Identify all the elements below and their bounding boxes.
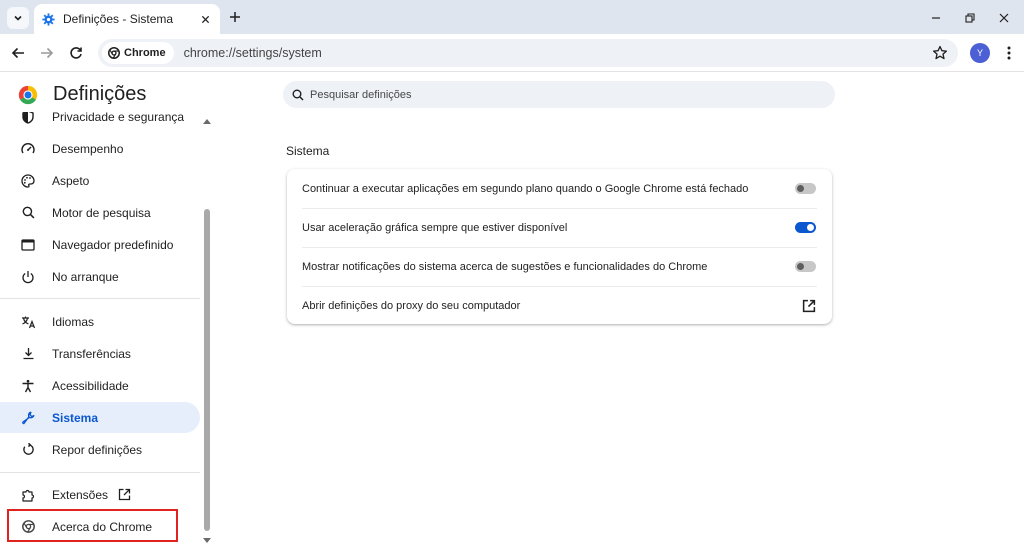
palette-icon [21, 173, 35, 188]
setting-row-system-notifications[interactable]: Mostrar notificações do sistema acerca d… [287, 247, 832, 286]
address-bar[interactable]: Chrome chrome://settings/system [98, 39, 958, 67]
settings-gear-icon [42, 12, 55, 26]
sidebar-item-accessibility[interactable]: Acessibilidade [0, 370, 200, 401]
back-button[interactable] [9, 44, 27, 62]
minimize-icon [932, 17, 940, 19]
puzzle-icon [22, 489, 35, 502]
sidebar-divider [0, 472, 200, 473]
sidebar-item-search-engine[interactable]: Motor de pesquisa [0, 197, 200, 228]
close-icon [999, 13, 1009, 23]
hardware-acceleration-toggle[interactable] [795, 222, 816, 233]
new-tab-button[interactable] [226, 8, 244, 26]
tab-search-button[interactable] [7, 7, 29, 29]
sidebar-item-on-startup[interactable]: No arranque [0, 261, 200, 292]
setting-row-hardware-acceleration[interactable]: Usar aceleração gráfica sempre que estiv… [287, 208, 832, 247]
browser-window-icon [21, 238, 35, 251]
close-icon [201, 15, 209, 23]
sidebar-divider [0, 298, 200, 299]
sidebar-item-label: Transferências [52, 346, 131, 361]
section-title: Sistema [286, 144, 330, 158]
sidebar-item-downloads[interactable]: Transferências [0, 338, 200, 369]
reload-icon [70, 47, 82, 59]
sidebar-scrollbar[interactable] [202, 116, 212, 546]
accessibility-icon [22, 379, 34, 392]
site-chip-label: Chrome [124, 47, 166, 59]
scroll-down-arrow-icon[interactable] [203, 538, 211, 544]
sidebar-item-label: Sistema [52, 410, 99, 425]
browser-toolbar: Chrome chrome://settings/system Y [0, 34, 1024, 72]
restore-button[interactable] [962, 10, 978, 26]
highlight-annotation [7, 509, 178, 542]
arrow-right-icon [41, 47, 54, 59]
search-icon [292, 89, 304, 101]
setting-row-proxy[interactable]: Abrir definições do proxy do seu computa… [287, 286, 832, 325]
tab-close-button[interactable] [198, 12, 212, 26]
browser-menu-button[interactable] [1002, 45, 1016, 61]
sidebar-item-label: Motor de pesquisa [52, 205, 151, 220]
sidebar-item-system[interactable]: Sistema [0, 402, 200, 433]
settings-sidebar: Privacidade e segurança Desempenho Aspet… [0, 112, 214, 550]
open-in-new-icon [118, 488, 131, 501]
window-close-button[interactable] [996, 10, 1012, 26]
system-notifications-toggle[interactable] [795, 261, 816, 272]
setting-label: Continuar a executar aplicações em segun… [302, 182, 749, 195]
translate-icon [21, 316, 35, 328]
sidebar-item-label: Desempenho [52, 141, 124, 156]
search-icon [22, 206, 34, 219]
minimize-button[interactable] [928, 10, 944, 26]
chrome-icon [108, 47, 120, 59]
sidebar-item-languages[interactable]: Idiomas [0, 306, 200, 337]
open-in-new-icon[interactable] [802, 299, 816, 313]
page-title: Definições [53, 83, 147, 105]
sidebar-item-label: Extensões [52, 487, 109, 502]
setting-label: Abrir definições do proxy do seu computa… [302, 299, 521, 312]
scrollbar-thumb[interactable] [204, 209, 210, 531]
power-icon [22, 270, 34, 283]
tab-title: Definições - Sistema [63, 12, 174, 26]
more-vertical-icon [1007, 46, 1011, 60]
chrome-logo-icon [18, 85, 38, 104]
chevron-down-icon [14, 15, 22, 21]
wrench-icon [22, 411, 35, 424]
restore-icon [965, 13, 975, 23]
profile-avatar[interactable]: Y [970, 43, 990, 63]
plus-icon [230, 12, 240, 22]
forward-button[interactable] [38, 44, 56, 62]
setting-label: Mostrar notificações do sistema acerca d… [302, 260, 708, 273]
settings-header: Definições [17, 83, 146, 106]
sidebar-item-reset-settings[interactable]: Repor definições [0, 434, 200, 465]
setting-label: Usar aceleração gráfica sempre que estiv… [302, 221, 568, 234]
sidebar-item-privacy[interactable]: Privacidade e segurança [0, 112, 200, 132]
sidebar-item-label: Privacidade e segurança [52, 112, 185, 124]
sidebar-item-performance[interactable]: Desempenho [0, 133, 200, 164]
active-tab[interactable]: Definições - Sistema [34, 4, 220, 34]
tab-strip: Definições - Sistema [0, 0, 1024, 34]
background-apps-toggle[interactable] [795, 183, 816, 194]
reset-icon [22, 443, 34, 455]
scroll-up-arrow-icon[interactable] [203, 118, 211, 124]
system-settings-card: Continuar a executar aplicações em segun… [287, 169, 832, 324]
search-placeholder: Pesquisar definições [310, 88, 412, 101]
download-icon [23, 348, 33, 360]
settings-page: Definições Pesquisar definições Privacid… [0, 72, 1024, 550]
settings-search-input[interactable]: Pesquisar definições [283, 81, 835, 108]
setting-row-background-apps[interactable]: Continuar a executar aplicações em segun… [287, 169, 832, 208]
sidebar-item-extensions[interactable]: Extensões [0, 479, 200, 510]
sidebar-item-label: Acessibilidade [52, 378, 129, 393]
reload-button[interactable] [67, 44, 85, 62]
speedometer-icon [21, 142, 35, 153]
sidebar-item-label: Repor definições [52, 442, 143, 457]
sidebar-item-label: No arranque [52, 269, 119, 284]
url-text: chrome://settings/system [183, 46, 322, 60]
bookmark-star-icon[interactable] [932, 45, 948, 61]
sidebar-item-default-browser[interactable]: Navegador predefinido [0, 229, 200, 260]
site-info-chip[interactable]: Chrome [102, 42, 174, 64]
sidebar-item-label: Aspeto [52, 173, 90, 188]
sidebar-item-appearance[interactable]: Aspeto [0, 165, 200, 196]
sidebar-item-label: Navegador predefinido [52, 237, 174, 252]
shield-icon [22, 112, 34, 124]
arrow-left-icon [11, 47, 24, 59]
sidebar-item-label: Idiomas [52, 314, 95, 329]
